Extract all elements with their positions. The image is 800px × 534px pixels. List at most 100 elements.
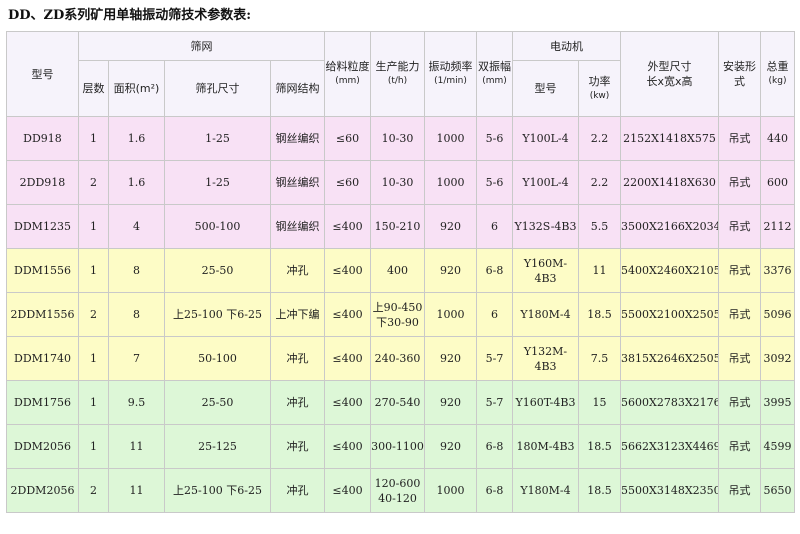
power-unit: (kw) [589,90,610,101]
cell-motor: Y100L-4 [512,116,579,161]
cell-model: 2DDM2056 [6,468,79,513]
cell-hole: 50-100 [164,336,271,381]
cell-weight: 4599 [760,424,795,469]
cell-capacity: 150-210 [370,204,425,249]
cell-install: 吊式 [718,380,761,425]
table-row: DDM1235 1 4 500-100 钢丝编织 ≤400 150-210 920 6 Y132S… [6,204,795,249]
cell-model: DDM1235 [6,204,79,249]
cell-freq: 1000 [424,292,477,337]
cell-motor: Y132S-4B3 [512,204,579,249]
cell-capacity: 10-30 [370,160,425,205]
cell-model: DDM1740 [6,336,79,381]
cell-amp: 6-8 [476,248,513,293]
cell-area: 4 [108,204,165,249]
cell-mesh: 钢丝编织 [270,160,325,205]
cell-layers: 2 [78,292,109,337]
cell-dims: 2200X1418X630 [620,160,719,205]
cell-dims: 5662X3123X4469 [620,424,719,469]
cell-weight: 3092 [760,336,795,381]
col-weight: 总重 (kg) [760,31,795,117]
cell-layers: 1 [78,116,109,161]
cell-amp: 6 [476,292,513,337]
feed-size-label: 给料粒度 [325,60,370,73]
cell-power: 18.5 [578,424,621,469]
table-row: DDM1556 1 8 25-50 冲孔 ≤400 400 920 6-8 Y160M-4B3 11… [6,248,795,293]
col-feed-size: 给料粒度 (mm) [324,31,371,117]
weight-unit: (kg) [768,76,787,86]
table-row: DDM1756 1 9.5 25-50 冲孔 ≤400 270-540 920 5-7 Y160T… [6,380,795,425]
col-mesh-structure: 筛网结构 [270,60,325,117]
cell-amp: 5-6 [476,160,513,205]
cell-capacity: 120-600 40-120 [370,468,425,513]
cell-mesh: 冲孔 [270,336,325,381]
cell-install: 吊式 [718,248,761,293]
cell-power: 18.5 [578,292,621,337]
cell-motor: Y160T-4B3 [512,380,579,425]
cell-weight: 5096 [760,292,795,337]
frequency-unit: (1/min) [434,76,467,86]
col-group-motor: 电动机 [512,31,621,61]
cell-feed: ≤400 [324,248,371,293]
cell-amp: 5-6 [476,116,513,161]
col-layers: 层数 [78,60,109,117]
cell-weight: 2112 [760,204,795,249]
cell-layers: 2 [78,160,109,205]
cell-model: DDM1556 [6,248,79,293]
cell-area: 11 [108,468,165,513]
cell-layers: 1 [78,248,109,293]
col-amplitude: 双振幅 (mm) [476,31,513,117]
cell-weight: 600 [760,160,795,205]
cell-feed: ≤60 [324,116,371,161]
cell-mesh: 钢丝编织 [270,204,325,249]
cell-power: 2.2 [578,116,621,161]
cell-mesh: 冲孔 [270,248,325,293]
col-install: 安装形式 [718,31,761,117]
spec-table: 型号 筛网 给料粒度 (mm) 生产能力 (t/h) 振动频率 (1/min) … [6,31,795,513]
cell-install: 吊式 [718,160,761,205]
cell-dims: 3500X2166X2034 [620,204,719,249]
amplitude-label: 双振幅 [478,60,511,73]
cell-capacity: 10-30 [370,116,425,161]
cell-install: 吊式 [718,116,761,161]
amplitude-unit: (mm) [482,76,507,86]
cell-amp: 5-7 [476,336,513,381]
cell-model: DD918 [6,116,79,161]
cell-motor: Y180M-4 [512,468,579,513]
cell-weight: 440 [760,116,795,161]
cell-power: 5.5 [578,204,621,249]
table-row: 2DDM1556 2 8 上25-100 下6-25 上冲下编 ≤400 上90-450 下… [6,292,795,337]
col-power: 功率 (kw) [578,60,621,117]
cell-hole: 25-50 [164,248,271,293]
cell-power: 11 [578,248,621,293]
cell-install: 吊式 [718,204,761,249]
cell-freq: 920 [424,424,477,469]
cell-power: 18.5 [578,468,621,513]
table-row: DD918 1 1.6 1-25 钢丝编织 ≤60 10-30 1000 5-6 Y100L-4 2… [6,116,795,161]
col-motor-model: 型号 [512,60,579,117]
col-capacity: 生产能力 (t/h) [370,31,425,117]
frequency-label: 振动频率 [428,60,473,73]
dimensions-sub: 长x宽x高 [646,75,693,88]
cell-mesh: 上冲下编 [270,292,325,337]
cell-freq: 920 [424,336,477,381]
cell-power: 2.2 [578,160,621,205]
cell-weight: 3995 [760,380,795,425]
cell-feed: ≤400 [324,336,371,381]
cell-area: 11 [108,424,165,469]
cell-freq: 1000 [424,468,477,513]
cell-area: 9.5 [108,380,165,425]
capacity-label: 生产能力 [375,60,420,73]
cell-hole: 25-50 [164,380,271,425]
cell-amp: 6 [476,204,513,249]
cell-amp: 6-8 [476,424,513,469]
cell-power: 15 [578,380,621,425]
capacity-unit: (t/h) [387,76,408,86]
cell-dims: 2152X1418X575 [620,116,719,161]
cell-install: 吊式 [718,292,761,337]
cell-install: 吊式 [718,424,761,469]
col-dimensions: 外型尺寸 长x宽x高 [620,31,719,117]
cell-install: 吊式 [718,336,761,381]
cell-layers: 1 [78,336,109,381]
cell-model: DDM2056 [6,424,79,469]
cell-capacity: 400 [370,248,425,293]
